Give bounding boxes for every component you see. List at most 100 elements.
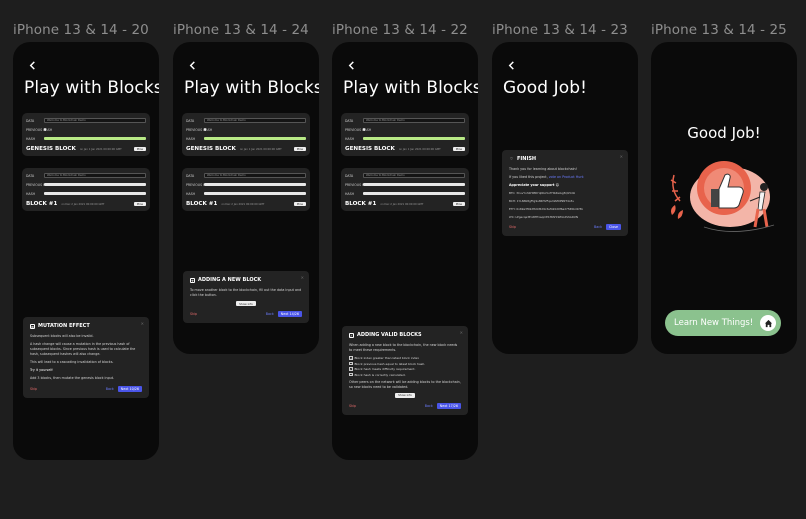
mine-button[interactable]: Mine [452,147,465,151]
back-arrow-icon[interactable] [25,58,39,72]
dialog-title: FINISH [517,156,537,162]
page-title: Good Job! [503,78,588,98]
doc-icon: ≡ [30,323,35,329]
close-button[interactable]: Close [606,224,621,230]
close-icon[interactable]: ✕ [460,330,463,335]
hash-label: HASH [26,191,35,196]
requirement-item: + Block index greater than latest block i… [349,356,461,360]
block-1-card: DATA Welcome to Blockchain Demo PREVIOUS … [22,168,150,211]
block-name: GENESIS BLOCK [186,146,236,152]
next-button[interactable]: Next 10/26 [117,386,142,392]
dialog-title: ADDING VALID BLOCKS [357,332,422,338]
close-icon[interactable]: ✕ [141,321,144,326]
plus-icon: + [190,277,195,283]
back-link[interactable]: Back [425,404,433,408]
check-icon: ✓ [349,372,353,377]
genesis-block-card: DATA Welcome to Blockchain Demo PREVIOUS … [341,113,469,156]
frame-title-24: iPhone 13 & 14 - 24 [173,22,309,38]
data-label: DATA [345,173,354,178]
data-input[interactable]: Welcome to Blockchain Demo [363,173,465,178]
back-arrow-icon[interactable] [344,58,358,72]
prev-hash-label: PREVIOUS HASH [186,127,213,132]
hash-value [363,191,465,196]
frame-title-25: iPhone 13 & 14 - 25 [651,22,787,38]
show-info-button[interactable]: Show info [395,392,415,398]
btc-address: BTC: 3CuvYnhKHMDYqNCo5uTHKZwGg5Qk5dlz [509,191,575,195]
skip-link[interactable]: Skip [509,225,594,229]
prev-hash-value [363,127,365,132]
dialog-text: Try it yourself: [30,368,54,372]
block-timestamp: on Jan 1 Jan 2021 00:00:00 GMT [398,147,441,151]
mine-button[interactable]: Mine [293,147,306,151]
mine-button[interactable]: Mine [133,147,146,151]
dialog-text: Appreciate your support ☺ [509,183,560,187]
requirement-item: ✓ Block hash meets difficulty requirement… [349,367,461,371]
requirement-text: Block previous hash equal to latest bloc… [354,361,426,366]
learn-new-things-button[interactable]: Learn New Things! [665,310,781,336]
good-job-title: Good Job! [687,124,761,142]
mine-button[interactable]: Mine [452,202,465,206]
data-input[interactable]: Welcome to Blockchain Demo [204,118,306,123]
hash-value [204,136,306,141]
prev-hash-label: PREVIOUS HASH [345,127,372,132]
product-hunt-link[interactable]: vote on Product Hunt [549,175,584,179]
checkbox-icon: ✓ [349,332,354,338]
back-link[interactable]: Back [594,225,602,229]
skip-link[interactable]: Skip [190,312,266,316]
dialog-title: MUTATION EFFECT [38,323,90,329]
back-arrow-icon[interactable] [504,58,518,72]
ltc-address: LTC: LPgecqe3EnNTP1aqmE1fNhHrWDo2ShGRUN [509,215,578,219]
data-label: DATA [186,173,195,178]
block-name: GENESIS BLOCK [345,146,395,152]
requirement-text: Block hash meets difficulty requirement. [354,367,416,371]
prev-hash-label: PREVIOUS HASH [26,127,53,132]
close-icon[interactable]: ✕ [620,154,623,159]
block-name: BLOCK #1 [186,201,218,207]
data-input[interactable]: Welcome to Blockchain Demo [44,173,146,178]
mine-button[interactable]: Mine [133,202,146,206]
data-input[interactable]: Welcome to Blockchain Demo [44,118,146,123]
adding-new-block-dialog: ✕ + ADDING A NEW BLOCK To move another bl… [183,271,309,323]
dialog-text: A hash change will cause a mutation in t… [30,342,136,356]
thumbs-up-illustration [670,161,775,232]
dialog-text: Subsequent blocks will also be invalid. [30,334,94,338]
skip-link[interactable]: Skip [349,404,425,408]
show-info-button[interactable]: Show info [236,301,256,306]
check-icon: + [349,356,353,361]
dialog-text: Add 3 blocks, then mutate the genesis bl… [30,376,115,380]
block-1-card: DATA Welcome to Blockchain Demo PREVIOUS … [182,168,310,211]
frame-title-22: iPhone 13 & 14 - 22 [332,22,468,38]
phone-frame-24: Play with Blocks DATA Welcome to Blockcha… [173,42,319,354]
bch-address: BCH: 1YLN8k8gFtg9u8RHVFqamPZ0P9NT4o5v [509,199,575,203]
requirement-text: Block hash is correctly calculated. [354,372,406,377]
dialog-text: Other peers on the network will be addin… [349,379,461,389]
hash-value [363,136,465,141]
block-timestamp: on Dec 2 Jan 2021 00:00:00 GMT [380,202,424,206]
back-link[interactable]: Back [266,312,274,316]
mine-button[interactable]: Mine [293,202,306,206]
block-timestamp: on Dec 2 Jan 2021 00:00:00 GMT [61,202,105,206]
prev-hash-value [363,182,465,187]
back-link[interactable]: Back [106,387,114,391]
block-name: BLOCK #1 [26,201,58,207]
prev-hash-value [44,182,146,187]
back-arrow-icon[interactable] [185,58,199,72]
prev-hash-value [44,127,46,132]
block-timestamp: on Jan 1 Jan 2021 00:00:00 GMT [79,147,122,151]
block-name: BLOCK #1 [345,201,377,207]
adding-valid-blocks-dialog: ✕ ✓ ADDING VALID BLOCKS When adding a new… [342,326,468,415]
prev-hash-value [204,127,206,132]
skip-link[interactable]: Skip [30,387,106,391]
data-input[interactable]: Welcome to Blockchain Demo [204,173,306,178]
cta-label: Learn New Things! [674,318,754,328]
block-timestamp: on Jan 1 Jan 2021 00:00:00 GMT [239,147,282,151]
data-input[interactable]: Welcome to Blockchain Demo [363,118,465,123]
hash-value [44,136,146,141]
dialog-text: To move another block to the blockchain,… [190,288,302,297]
block-1-card: DATA Welcome to Blockchain Demo PREVIOUS … [341,168,469,211]
close-icon[interactable]: ✕ [301,275,304,280]
phone-frame-20: Play with Blocks DATA Welcome to Blockcha… [13,42,159,460]
next-button[interactable]: Next 17/26 [436,402,461,409]
data-label: DATA [26,118,35,123]
next-button[interactable]: Next 14/26 [277,311,302,317]
